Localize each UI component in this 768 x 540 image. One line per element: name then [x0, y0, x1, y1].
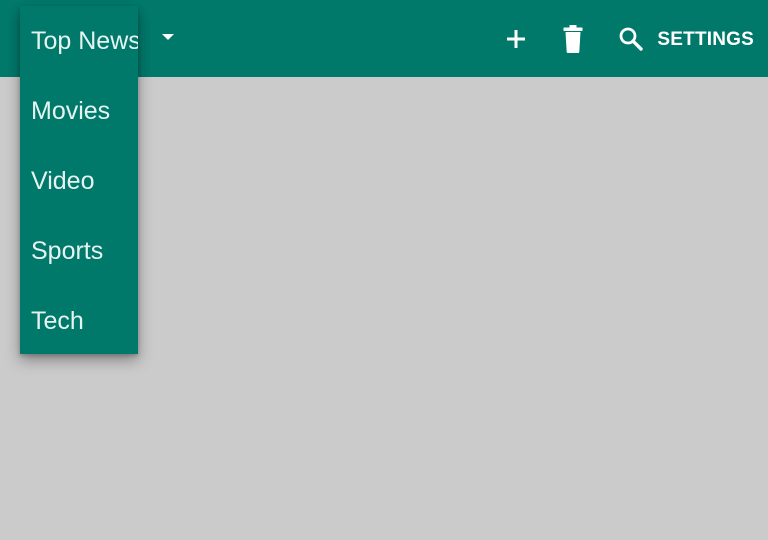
category-dropdown-toggle[interactable]: [158, 33, 178, 47]
category-dropdown-menu: Top News Movies Video Sports Tech: [20, 6, 138, 354]
settings-button[interactable]: SETTINGS: [657, 26, 754, 54]
caret-down-icon: [162, 34, 174, 40]
menu-item-sports[interactable]: Sports: [20, 216, 138, 286]
menu-item-video[interactable]: Video: [20, 146, 138, 216]
search-button[interactable]: [617, 24, 645, 54]
menu-item-top-news[interactable]: Top News: [20, 6, 138, 76]
delete-button[interactable]: [559, 24, 587, 54]
trash-icon: [563, 25, 583, 53]
menu-item-movies[interactable]: Movies: [20, 76, 138, 146]
plus-icon: [507, 30, 525, 48]
app-root: SETTINGS Top News Movies Video Sports Te…: [0, 0, 768, 540]
menu-item-tech[interactable]: Tech: [20, 286, 138, 356]
add-button[interactable]: [502, 24, 530, 54]
search-icon: [619, 27, 643, 51]
